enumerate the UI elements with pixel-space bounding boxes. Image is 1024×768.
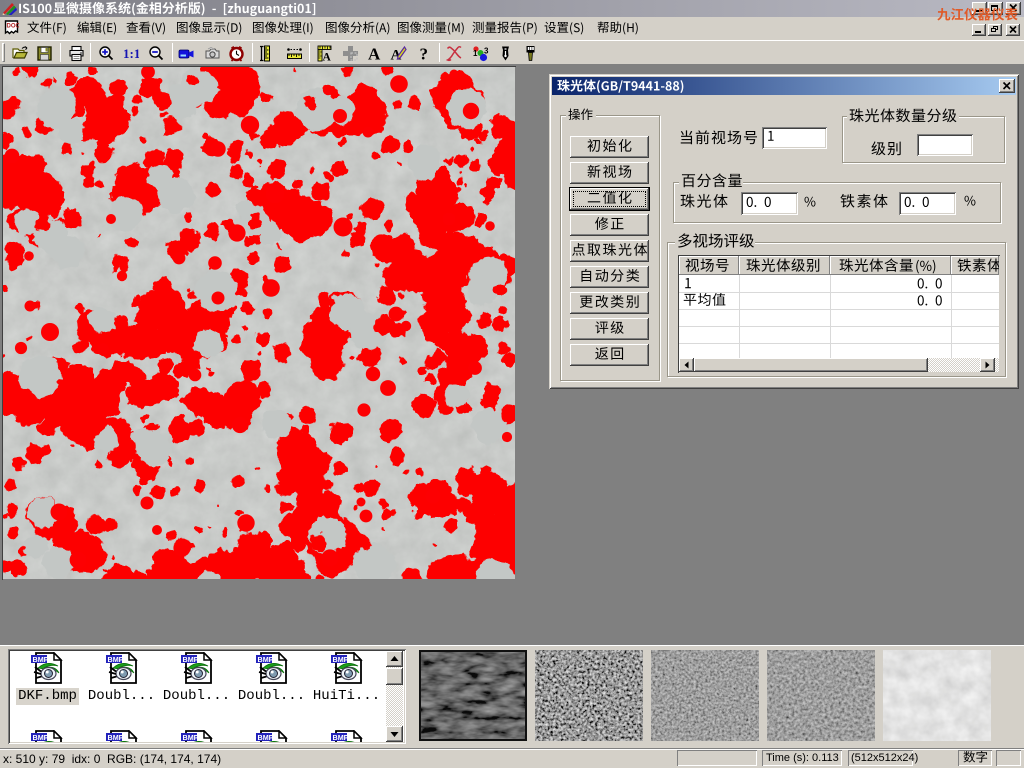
- svg-text:1:1: 1:1: [123, 46, 139, 61]
- svg-text:A: A: [368, 45, 381, 62]
- svg-text:A: A: [323, 52, 332, 63]
- svg-text:3: 3: [484, 47, 489, 56]
- svg-text:?: ?: [420, 45, 429, 62]
- svg-text:1: 1: [473, 49, 478, 58]
- svg-text:DOC: DOC: [7, 24, 20, 30]
